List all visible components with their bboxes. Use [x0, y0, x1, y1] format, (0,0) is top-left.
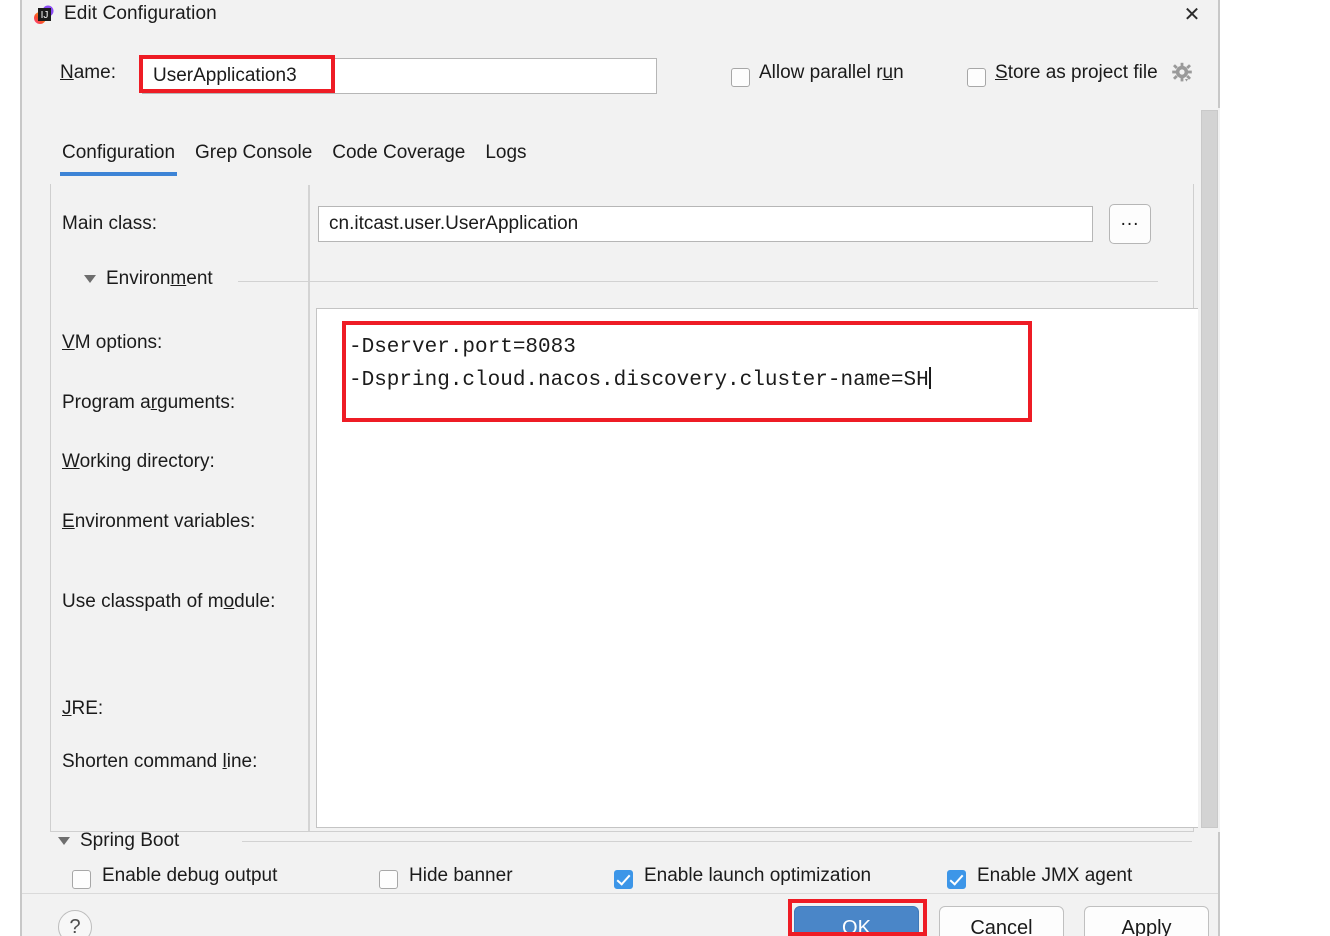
- allow-parallel-run-label[interactable]: Allow parallel run: [759, 62, 904, 84]
- spring-boot-group-label: Spring Boot: [80, 830, 180, 851]
- working-directory-label: Working directory:: [62, 451, 215, 472]
- gear-icon[interactable]: [1171, 62, 1193, 84]
- vm-options-label: VM options:: [62, 332, 163, 353]
- vm-options-text: -Dserver.port=8083 -Dspring.cloud.nacos.d…: [349, 331, 931, 397]
- enable-launch-optimization-checkbox[interactable]: [614, 870, 633, 889]
- help-button[interactable]: ?: [58, 910, 92, 936]
- vm-options-textarea[interactable]: -Dserver.port=8083 -Dspring.cloud.nacos.d…: [316, 308, 1219, 828]
- chevron-down-icon: [58, 837, 70, 845]
- vm-options-line-2: -Dspring.cloud.nacos.discovery.cluster-n…: [349, 369, 929, 392]
- intellij-idea-icon: IJ: [34, 5, 54, 25]
- main-class-browse-button[interactable]: ...: [1109, 204, 1151, 244]
- store-as-project-file-label[interactable]: Store as project file: [995, 62, 1158, 84]
- enable-debug-output-checkbox[interactable]: [72, 870, 91, 889]
- tab-configuration[interactable]: Configuration: [60, 142, 178, 176]
- store-as-project-file-checkbox[interactable]: [967, 68, 986, 87]
- edit-configuration-dialog: IJ Edit Configuration ✕ Name: Allow para…: [20, 0, 1220, 936]
- environment-group-rule: [238, 281, 1158, 282]
- screen: IJ Edit Configuration ✕ Name: Allow para…: [0, 0, 1330, 936]
- dialog-title: Edit Configuration: [64, 3, 217, 24]
- hide-banner-label[interactable]: Hide banner: [409, 865, 513, 887]
- cancel-button[interactable]: Cancel: [939, 906, 1064, 936]
- hide-banner-checkbox[interactable]: [379, 870, 398, 889]
- vertical-scrollbar-thumb[interactable]: [1201, 110, 1218, 828]
- vm-options-line-1: -Dserver.port=8083: [349, 336, 576, 359]
- chevron-down-icon: [84, 275, 96, 283]
- tab-bar: Configuration Grep Console Code Coverage…: [60, 142, 529, 178]
- enable-debug-output-label[interactable]: Enable debug output: [102, 865, 277, 887]
- spring-boot-group-rule: [242, 841, 1192, 842]
- environment-variables-label: Environment variables:: [62, 511, 256, 532]
- close-icon[interactable]: ✕: [1178, 2, 1206, 28]
- environment-group-header[interactable]: Environment: [84, 268, 213, 290]
- program-arguments-label: Program arguments:: [62, 392, 236, 413]
- enable-launch-optimization-label[interactable]: Enable launch optimization: [644, 865, 871, 887]
- svg-text:IJ: IJ: [41, 10, 49, 21]
- name-label: Name:: [60, 62, 116, 83]
- main-class-label: Main class:: [62, 213, 158, 234]
- apply-button[interactable]: Apply: [1084, 906, 1209, 936]
- spring-boot-group-header[interactable]: Spring Boot: [58, 830, 179, 852]
- name-input[interactable]: [142, 58, 657, 94]
- jre-label: JRE:: [62, 698, 104, 719]
- use-classpath-of-module-label: Use classpath of module:: [62, 591, 276, 612]
- enable-jmx-agent-label[interactable]: Enable JMX agent: [977, 865, 1132, 887]
- tab-logs[interactable]: Logs: [483, 142, 528, 172]
- environment-group-label: Environment: [106, 268, 213, 289]
- enable-jmx-agent-checkbox[interactable]: [947, 870, 966, 889]
- text-caret: [928, 367, 931, 389]
- allow-parallel-run-checkbox[interactable]: [731, 68, 750, 87]
- dialog-titlebar: IJ Edit Configuration ✕: [22, 0, 1218, 32]
- tab-grep-console[interactable]: Grep Console: [193, 142, 314, 172]
- tab-code-coverage[interactable]: Code Coverage: [330, 142, 467, 172]
- footer-separator: [22, 893, 1218, 894]
- ok-button[interactable]: OK: [794, 906, 919, 936]
- main-class-input[interactable]: [318, 206, 1093, 242]
- shorten-command-line-label: Shorten command line:: [62, 751, 258, 772]
